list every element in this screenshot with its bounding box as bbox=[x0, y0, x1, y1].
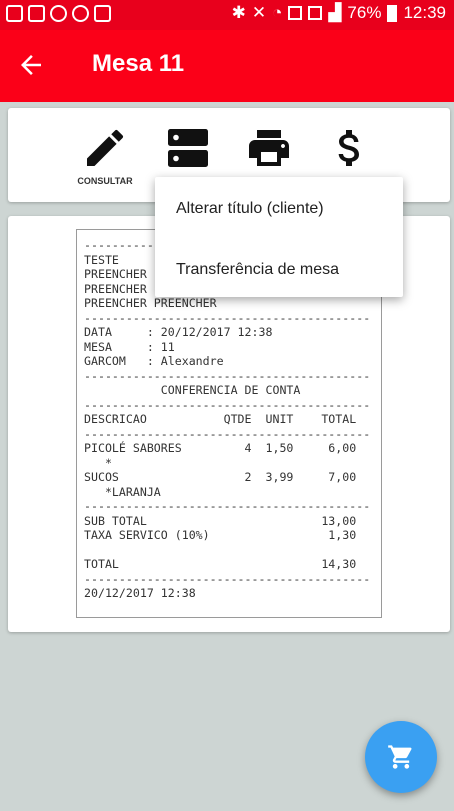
consultar-button[interactable]: CONSULTAR bbox=[70, 124, 140, 194]
menu-item-alterar-titulo[interactable]: Alterar título (cliente) bbox=[176, 200, 324, 218]
receipt-line: TESTE bbox=[84, 252, 119, 267]
receipt-line: TAXA SERVICO (10%) 1,30 bbox=[84, 528, 357, 542]
page-title: Mesa 11 bbox=[92, 50, 185, 77]
receipt-line: PREENCHER bbox=[84, 267, 147, 281]
receipt-line: ----------------------------------------… bbox=[84, 397, 371, 412]
back-button[interactable] bbox=[16, 50, 46, 80]
receipt-line: ----------------------------------------… bbox=[84, 368, 371, 383]
wifi-icon: ◔ bbox=[272, 3, 283, 22]
receipt-line: GARCOM : Alexandre bbox=[84, 354, 224, 368]
receipt-line: DATA : 20/12/2017 12:38 bbox=[84, 325, 273, 339]
arrow-left-icon bbox=[21, 55, 41, 75]
receipt-line: SUB TOTAL 13,00 bbox=[84, 513, 357, 528]
receipt-line: ----------------------------------------… bbox=[84, 310, 371, 325]
receipt-line: * bbox=[84, 455, 112, 470]
printer-icon bbox=[249, 130, 289, 166]
receipt-line: MESA : 11 bbox=[84, 339, 175, 354]
overflow-menu: Alterar título (cliente) Transferência d… bbox=[155, 177, 403, 297]
app-bar: Mesa 11 bbox=[0, 30, 454, 102]
receipt-line: TOTAL 14,30 bbox=[84, 557, 357, 571]
server-icon bbox=[168, 129, 208, 167]
receipt-line: ----------------------------------------… bbox=[84, 426, 371, 441]
sim-icon bbox=[288, 6, 303, 20]
bluetooth-icon: ✱ bbox=[231, 3, 246, 22]
gallery-icon bbox=[28, 5, 45, 22]
receipt-line: ----------------------------------------… bbox=[84, 499, 371, 513]
signal-icon: ▟ bbox=[328, 3, 342, 22]
whatsapp-icon bbox=[50, 5, 67, 22]
mute-icon: ✕ bbox=[251, 3, 267, 22]
receipt-line: 20/12/2017 12:38 bbox=[84, 586, 196, 600]
system-icons: ✱ ✕ ◔ ▟ 76% 12:39 bbox=[232, 3, 446, 23]
status-bar: ✱ ✕ ◔ ▟ 76% 12:39 bbox=[0, 0, 454, 30]
dollar-icon bbox=[338, 130, 359, 166]
menu-item-transferencia-mesa[interactable]: Transferência de mesa bbox=[176, 261, 339, 279]
cart-icon bbox=[388, 745, 412, 769]
consultar-label: CONSULTAR bbox=[77, 176, 133, 186]
receipt-line: SUCOS 2 3,99 7,00 bbox=[84, 470, 357, 484]
receipt-line: CONFERENCIA DE CONTA bbox=[84, 383, 301, 397]
receipt-line: *LARANJA bbox=[84, 484, 161, 499]
clock: 12:39 bbox=[403, 3, 446, 22]
receipt-line: PREENCHER PREENCHER bbox=[84, 296, 217, 310]
battery-icon bbox=[387, 4, 398, 22]
app-icon bbox=[94, 5, 111, 22]
battery-percent: 76% bbox=[347, 3, 382, 22]
signal-box-icon bbox=[308, 6, 323, 20]
notification-icons bbox=[6, 5, 111, 22]
receipt-line: PREENCHER bbox=[84, 281, 147, 296]
receipt-line: PICOLÉ SABORES 4 1,50 6,00 bbox=[84, 441, 357, 455]
notification-icon bbox=[6, 5, 23, 22]
pencil-icon bbox=[87, 129, 124, 166]
receipt-line: ----------------------------------------… bbox=[84, 571, 371, 586]
chart-icon bbox=[72, 5, 89, 22]
cart-fab-button[interactable] bbox=[365, 721, 437, 793]
receipt-line: DESCRICAO QTDE UNIT TOTAL bbox=[84, 412, 357, 426]
